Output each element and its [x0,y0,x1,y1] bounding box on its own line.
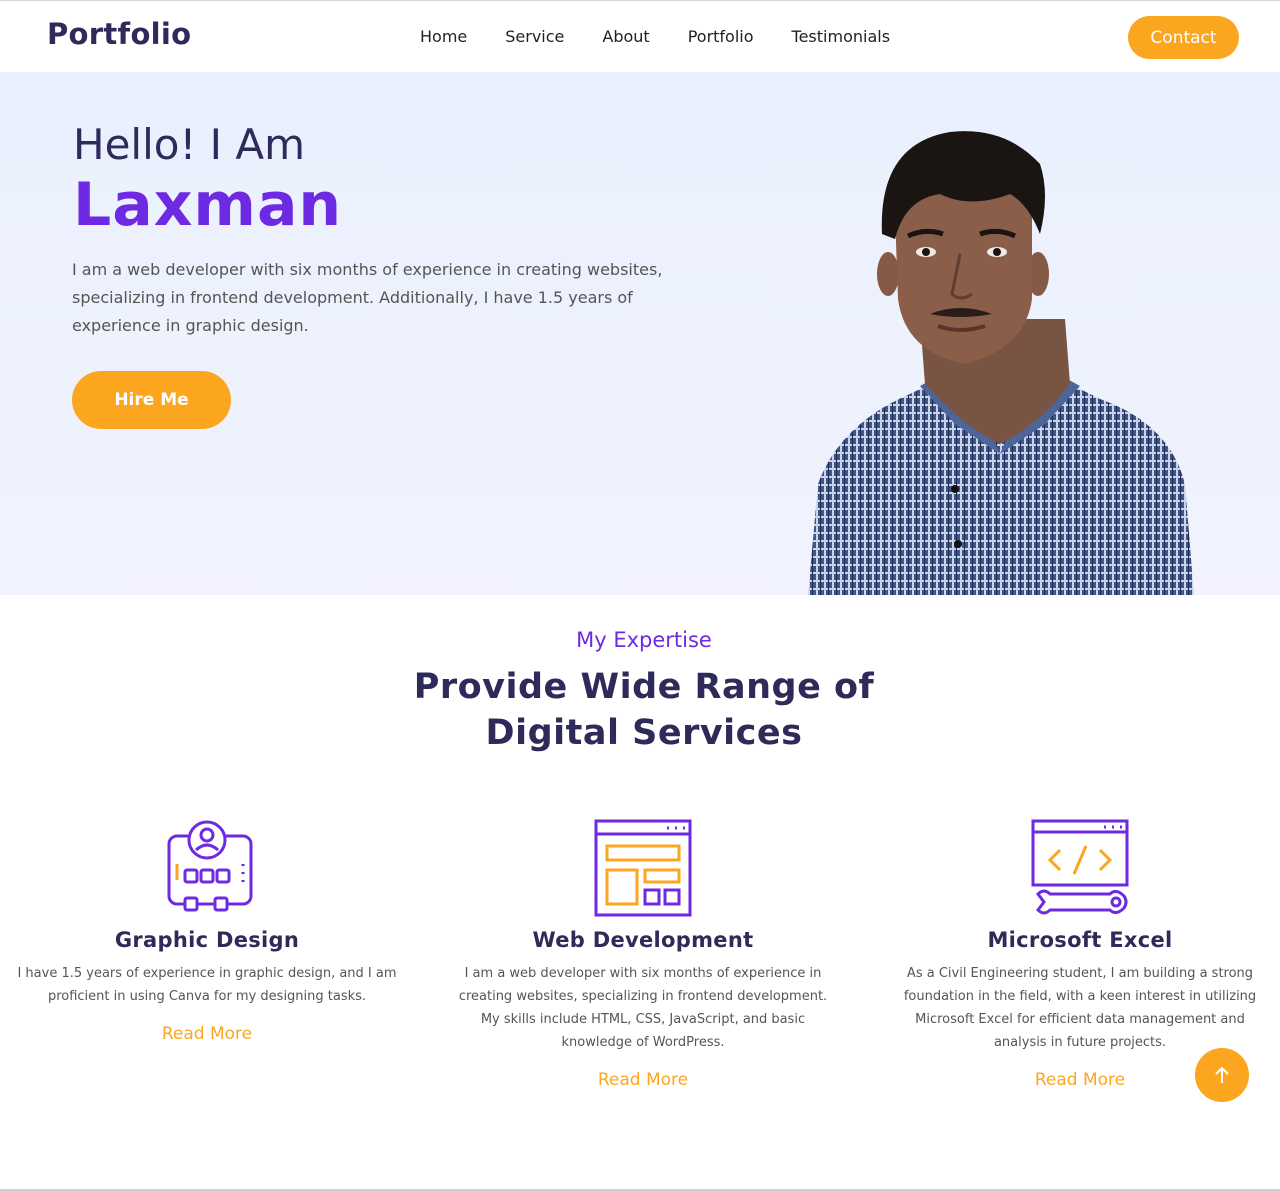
section-title-line1: Provide Wide Range of [413,667,875,707]
site-logo[interactable]: Portfolio [47,17,191,51]
nav-link-home[interactable]: Home [420,27,467,46]
top-navbar: Portfolio Home Service About Portfolio T… [0,0,1280,72]
web-layout-icon [594,819,692,917]
section-title-line2: Digital Services [485,713,803,753]
card-title: Microsoft Excel [987,928,1173,952]
graphic-design-icon [167,820,253,912]
scroll-to-top-button[interactable] [1195,1048,1249,1102]
read-more-link[interactable]: Read More [598,1070,688,1090]
hero-name: Laxman [73,170,343,240]
service-card-web-development: Web Development I am a web developer wit… [453,818,833,1090]
nav-link-testimonials[interactable]: Testimonials [792,27,891,46]
nav-link-portfolio[interactable]: Portfolio [688,27,754,46]
code-wrench-icon [1031,819,1129,915]
card-description: I have 1.5 years of experience in graphi… [17,966,397,1004]
hero-intro: I am a web developer with six months of … [72,260,663,335]
card-description: As a Civil Engineering student, I am bui… [903,966,1257,1050]
card-title: Graphic Design [114,928,300,952]
service-card-graphic-design: Graphic Design I have 1.5 years of exper… [17,818,397,1044]
nav-link-service[interactable]: Service [505,27,564,46]
main-menu: Home Service About Portfolio Testimonial… [420,27,928,46]
card-title: Web Development [532,928,754,952]
read-more-link[interactable]: Read More [1035,1070,1125,1090]
contact-button[interactable]: Contact [1128,16,1239,59]
section-title: Provide Wide Range of Digital Services [0,664,1280,756]
profile-photo [808,131,1194,595]
read-more-link[interactable]: Read More [162,1024,252,1044]
arrow-up-icon [1215,1066,1229,1083]
nav-link-about[interactable]: About [602,27,649,46]
hero-section: Hello! I Am Laxman I am a web developer … [0,72,1280,595]
section-eyebrow: My Expertise [576,628,712,652]
hero-greeting: Hello! I Am [73,120,306,169]
hire-me-button[interactable]: Hire Me [72,371,231,429]
card-description: I am a web developer with six months of … [458,966,828,1050]
